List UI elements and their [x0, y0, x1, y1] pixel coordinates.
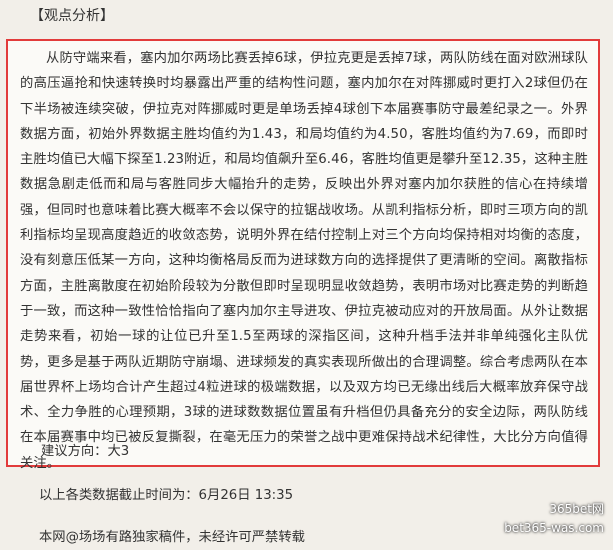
site-watermark: 365bet网 bet365-was.com: [492, 500, 604, 542]
data-deadline-note: 以上各类数据截止时间为：6月26日 13:35: [39, 488, 294, 503]
copyright-notice: 本网@场场有路独家稿件，未经许可严禁转载: [39, 530, 305, 545]
analysis-panel: 从防守端来看，塞内加尔两场比赛丢掉6球，伊拉克更是丢掉7球，两队防线在面对欧洲球…: [6, 39, 600, 471]
analysis-paragraph: 从防守端来看，塞内加尔两场比赛丢掉6球，伊拉克更是丢掉7球，两队防线在面对欧洲球…: [20, 51, 588, 471]
watermark-line-2: bet365-was.com: [504, 521, 604, 535]
section-title: 【观点分析】: [30, 8, 114, 24]
advice-text: 建议方向：大3: [41, 444, 130, 459]
watermark-line-1: 365bet网: [549, 502, 604, 516]
